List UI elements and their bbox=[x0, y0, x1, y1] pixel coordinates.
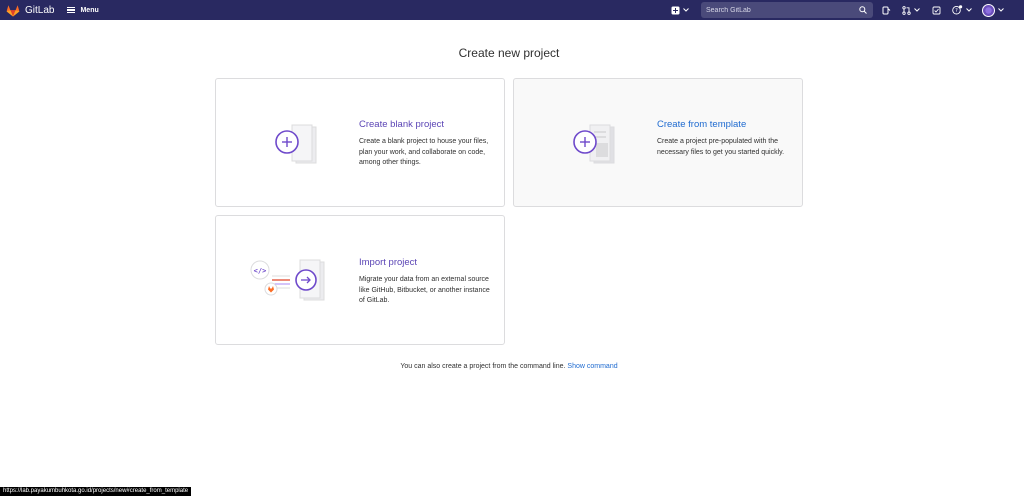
browser-status-url: https://lab.payakumbuhkota.go.id/project… bbox=[0, 487, 192, 496]
card-description: Create a blank project to house your fil… bbox=[359, 138, 489, 166]
menu-label: Menu bbox=[80, 6, 99, 14]
new-dropdown-button[interactable] bbox=[671, 0, 689, 20]
new-project-illustration bbox=[275, 124, 317, 164]
menu-button[interactable]: Menu bbox=[67, 0, 99, 20]
search-input[interactable] bbox=[701, 6, 851, 14]
avatar bbox=[982, 3, 995, 17]
merge-request-icon bbox=[902, 5, 911, 15]
card-title: Import project bbox=[359, 257, 418, 268]
help-icon: ? bbox=[952, 5, 963, 15]
menu-icon bbox=[67, 5, 76, 14]
command-line-note: You can also create a project from the c… bbox=[0, 363, 1018, 370]
card-title: Create blank project bbox=[359, 119, 445, 130]
create-blank-project-card[interactable]: Create blank project Create a blank proj… bbox=[215, 78, 505, 207]
todos-button[interactable] bbox=[932, 0, 941, 20]
card-description: Migrate your data from an external sourc… bbox=[359, 276, 490, 304]
search-box[interactable] bbox=[701, 2, 873, 18]
chevron-down-icon bbox=[998, 8, 1004, 12]
todo-icon bbox=[932, 6, 941, 14]
card-description: Create a project pre-populated with the … bbox=[657, 138, 785, 156]
create-from-template-card[interactable]: Create from template Create a project pr… bbox=[513, 78, 803, 207]
cli-note-text: You can also create a project from the c… bbox=[400, 363, 566, 370]
chevron-down-icon bbox=[683, 8, 689, 12]
plus-square-icon bbox=[671, 6, 680, 14]
help-button[interactable]: ? bbox=[952, 0, 972, 20]
gitlab-logo bbox=[6, 4, 20, 16]
top-navbar: GitLab Menu Search GitLab ? bbox=[0, 0, 1024, 20]
brand-name: GitLab bbox=[25, 4, 55, 16]
page-title: Create new project bbox=[458, 46, 560, 60]
import-project-card[interactable]: </> Import project Migrate your data fro… bbox=[215, 215, 505, 345]
card-title: Create from template bbox=[657, 119, 747, 130]
issues-button[interactable] bbox=[882, 0, 891, 20]
user-menu-button[interactable] bbox=[982, 0, 1004, 20]
issues-icon bbox=[882, 6, 891, 14]
chevron-down-icon bbox=[914, 8, 920, 12]
svg-text:</>: </> bbox=[254, 267, 267, 275]
chevron-down-icon bbox=[966, 8, 972, 12]
brand-link[interactable]: GitLab bbox=[6, 0, 54, 20]
search-icon bbox=[859, 6, 867, 14]
show-command-link[interactable]: Show command bbox=[567, 363, 617, 370]
import-illustration: </> bbox=[250, 259, 325, 301]
merge-requests-button[interactable] bbox=[902, 0, 920, 20]
svg-text:?: ? bbox=[955, 8, 958, 14]
template-illustration bbox=[573, 124, 615, 164]
